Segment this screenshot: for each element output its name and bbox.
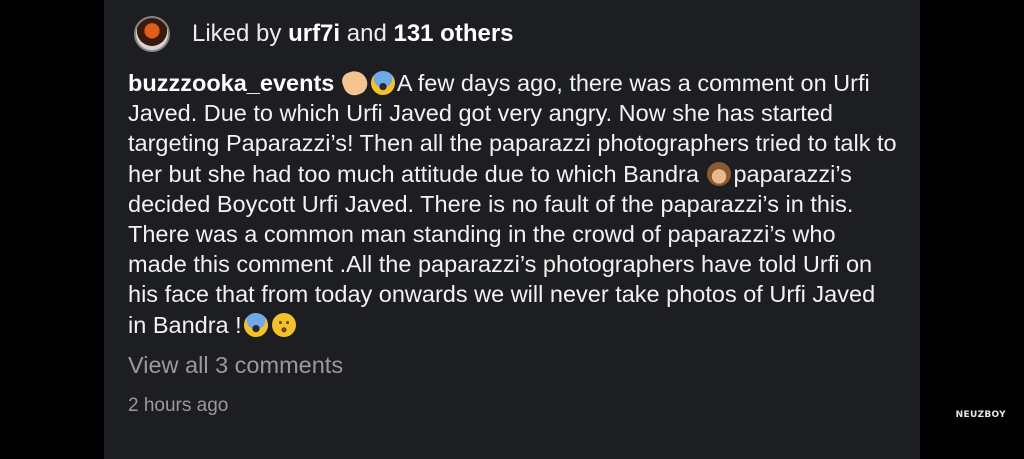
likes-count[interactable]: 131 others bbox=[393, 20, 513, 47]
instagram-post-card: Liked by urf7i and 131 others buzzzooka_… bbox=[104, 0, 920, 459]
watermark-logo: NEUZBOY bbox=[955, 410, 1006, 420]
pinching-hand-emoji bbox=[339, 67, 371, 99]
see-no-evil-monkey-emoji bbox=[707, 161, 732, 186]
likes-summary[interactable]: Liked by urf7i and 131 others bbox=[192, 20, 514, 48]
likes-middle: and bbox=[340, 20, 394, 47]
screen: Liked by urf7i and 131 others buzzzooka_… bbox=[0, 0, 1024, 459]
caption-text-part2: paparazzi’s decided Boycott Urfi Javed. … bbox=[128, 160, 876, 338]
worried-face-emoji bbox=[271, 312, 296, 337]
liker-username[interactable]: urf7i bbox=[288, 20, 340, 47]
face-screaming-emoji bbox=[243, 312, 268, 337]
liker-avatar[interactable] bbox=[134, 16, 170, 52]
likes-prefix: Liked by bbox=[192, 20, 289, 47]
view-all-comments-link[interactable]: View all 3 comments bbox=[128, 352, 343, 379]
post-timestamp: 2 hours ago bbox=[128, 394, 229, 416]
post-caption: buzzzooka_events A few days ago, there w… bbox=[128, 67, 898, 340]
likes-row[interactable]: Liked by urf7i and 131 others bbox=[128, 14, 896, 54]
caption-username[interactable]: buzzzooka_events bbox=[128, 70, 334, 96]
face-screaming-emoji bbox=[370, 71, 395, 95]
